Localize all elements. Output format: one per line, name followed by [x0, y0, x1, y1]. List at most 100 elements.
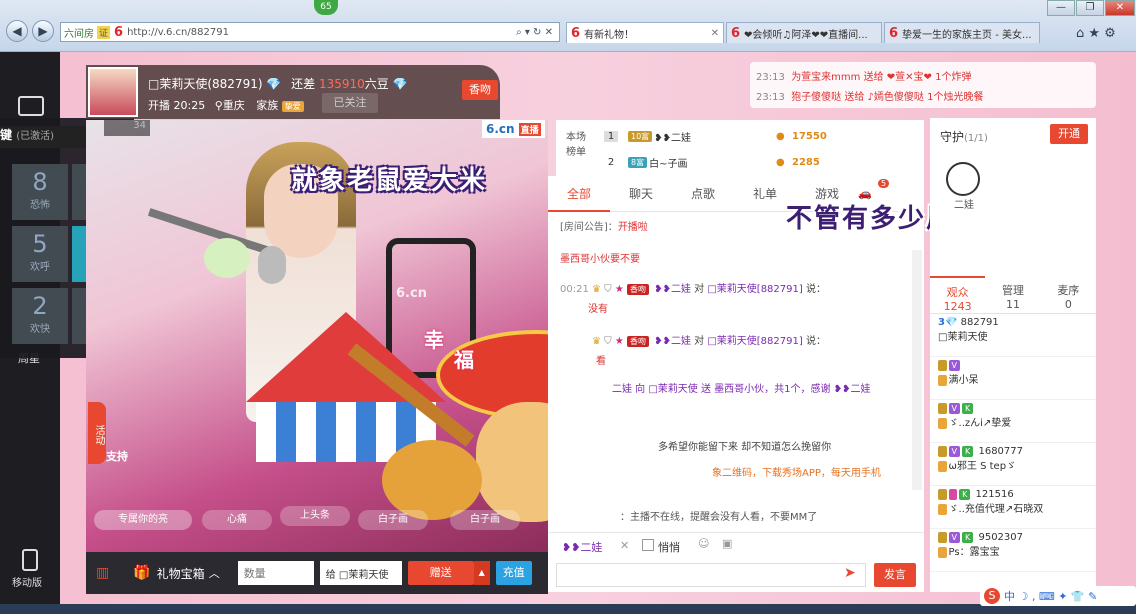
say-word: 说：: [805, 336, 826, 347]
quantity-input[interactable]: [237, 561, 314, 585]
to-word: 对: [694, 336, 705, 347]
gift-log-icon[interactable]: ▥: [96, 565, 109, 581]
tab-song[interactable]: 点歌: [672, 185, 734, 202]
circus-tent: [246, 312, 446, 402]
search-icon[interactable]: ⌕ ▾ ↻ ✕: [516, 27, 559, 38]
announcement: [房间公告]：开播啦: [560, 218, 648, 233]
back-button[interactable]: ◀: [6, 20, 28, 42]
six-logo-icon: 6: [571, 25, 581, 41]
start-time: 开播 20:25: [148, 99, 206, 112]
to-label: 给: [325, 569, 336, 581]
live-badge: 直播: [518, 122, 541, 136]
msg-from[interactable]: ❥❥二娃: [654, 284, 691, 295]
url-text[interactable]: http://v.6.cn/882791: [127, 27, 229, 38]
tab-admin[interactable]: 管理 11: [985, 276, 1040, 313]
audience-row[interactable]: VK ゞ..zんi↗挚爱: [930, 400, 1096, 443]
crown-icon: ♛: [592, 284, 601, 295]
user-name: ゞ..充值代理↗石晓双: [948, 504, 1044, 515]
chevron-up-icon[interactable]: ︿: [209, 565, 220, 581]
audience-panel: 观众 1243 管理 11 麦序 0 3💎 882791 □茉莉天使 V 满小呆 VK…: [930, 276, 1096, 592]
recipient-field[interactable]: 给 □茉莉天使: [319, 561, 402, 585]
chat-target[interactable]: ❥❥二娃: [562, 539, 602, 555]
tab-count: 1243: [943, 300, 972, 313]
chat-input[interactable]: [556, 563, 866, 587]
bottom-item-3[interactable]: 白子画: [358, 510, 428, 530]
chat-panel: 全部 聊天 点歌 礼单 游戏 🚗 5 [房间公告]：开播啦 墨西哥小伙要不要 00…: [548, 176, 924, 592]
send-dropdown-button[interactable]: ▲: [473, 561, 490, 585]
video-player[interactable]: 就象老鼠爱大米 6.cn 直播 6.cn 34 幸 福 活动 支持 专属你的亮 心…: [86, 120, 548, 552]
recharge-button[interactable]: 充值: [495, 561, 532, 585]
tab-audience[interactable]: 观众 1243: [930, 276, 986, 313]
bottom-item-1[interactable]: 心痛: [202, 510, 272, 530]
forward-button[interactable]: ▶: [32, 20, 54, 42]
minimize-button[interactable]: —: [1047, 0, 1075, 16]
chat-scrollbar[interactable]: [912, 250, 922, 490]
guard-avatar[interactable]: [946, 162, 980, 196]
bottom-item-4[interactable]: 白子画: [450, 510, 520, 530]
tab-mic-queue[interactable]: 麦序 0: [1041, 276, 1096, 313]
send-arrow-icon[interactable]: ➤: [844, 565, 856, 581]
address-bar[interactable]: 六间房 证 6 http://v.6.cn/882791 ⌕ ▾ ↻ ✕: [60, 22, 560, 42]
audience-row[interactable]: VK 1680777 ω邪王 S tepゞ: [930, 443, 1096, 486]
announcement-text: 开播啦: [617, 222, 648, 233]
rank-name: ❥❥二娃: [654, 132, 691, 144]
audience-row[interactable]: V 满小呆: [930, 357, 1096, 400]
location-icon: ⚲: [214, 99, 223, 112]
mobile-icon[interactable]: [22, 549, 38, 571]
image-icon[interactable]: ▣: [722, 537, 732, 550]
tab-all[interactable]: 全部: [548, 176, 610, 212]
gift-box-label[interactable]: 礼物宝箱: [157, 565, 205, 582]
tab-azhe[interactable]: 6 ❤会倾听♫阿泽❤❤直播间...: [726, 22, 882, 43]
maximize-button[interactable]: ❐: [1076, 0, 1104, 16]
guard-panel: 守护(1/1) 开通 二娃: [930, 118, 1096, 278]
audience-row[interactable]: K 121516 ゞ..充值代理↗石晓双: [930, 486, 1096, 529]
family-badge: [938, 375, 947, 386]
guard-member[interactable]: 二娃: [954, 196, 974, 211]
support-label[interactable]: 支持: [106, 448, 128, 464]
avatar[interactable]: [88, 67, 138, 117]
hotkey-5[interactable]: 5 欢呼: [12, 226, 68, 282]
to-word: 对: [694, 284, 705, 295]
send-gift-button[interactable]: 赠送: [407, 561, 474, 585]
bottom-item-2[interactable]: 上头条: [280, 506, 350, 526]
ime-icons[interactable]: 中 ☽ ‚ ⌨ ✦ 👕 ✎: [1004, 588, 1097, 604]
audience-row[interactable]: VK 9502307 Ps：露宝宝: [930, 529, 1096, 572]
msg-to[interactable]: □茉莉天使[882791]: [707, 336, 802, 347]
sogou-icon[interactable]: S: [984, 588, 1000, 604]
hotkey-status: (已激活): [16, 131, 55, 142]
guard-open-button[interactable]: 开通: [1050, 124, 1088, 144]
tab-gift[interactable]: 6 有新礼物！ ✕: [566, 22, 724, 43]
close-icon[interactable]: ✕: [711, 28, 719, 39]
star-icon: ★: [614, 336, 624, 347]
guard-title: 守护(1/1): [940, 128, 988, 145]
home-star-gear-icon[interactable]: ⌂ ★ ⚙: [1076, 26, 1116, 41]
tab-family[interactable]: 6 挚爱一生的家族主页 - 美女...: [884, 22, 1040, 43]
gift-box-icon[interactable]: 🎁: [133, 565, 150, 581]
emoji-icon[interactable]: ☺: [698, 537, 709, 550]
six-logo-icon: 6: [731, 25, 741, 41]
tab-chat[interactable]: 聊天: [610, 185, 672, 202]
hotkey-8[interactable]: 8 恐怖: [12, 164, 68, 220]
gift-bar: ▥ 🎁 礼物宝箱 ︿ 给 □茉莉天使 赠送 ▲ 充值: [86, 552, 548, 594]
follow-button[interactable]: 已关注: [322, 93, 378, 113]
mobile-label[interactable]: 移动版: [12, 574, 42, 589]
msg-from[interactable]: ❥❥二娃: [654, 336, 691, 347]
ime-toolbar[interactable]: S中 ☽ ‚ ⌨ ✦ 👕 ✎: [980, 586, 1136, 606]
audience-row[interactable]: 3💎 882791 □茉莉天使: [930, 314, 1096, 357]
xiangwen-button[interactable]: 香吻: [462, 80, 498, 100]
rank-row[interactable]: 2 8富 白~子画 ● 2285: [604, 152, 922, 172]
guard-count: (1/1): [964, 133, 988, 144]
hotkey-2[interactable]: 2 欢快: [12, 288, 68, 344]
tv-icon[interactable]: [18, 96, 44, 116]
rank-row[interactable]: 1 10富 ❥❥二娃 ● 17550: [604, 126, 922, 146]
msg-to[interactable]: □茉莉天使[882791]: [707, 284, 802, 295]
close-icon[interactable]: ✕: [620, 539, 629, 552]
v-badge: V: [948, 403, 961, 414]
bottom-item-0[interactable]: 专属你的亮: [94, 510, 192, 530]
window-close-button[interactable]: ✕: [1105, 0, 1135, 16]
quiet-checkbox[interactable]: [642, 539, 654, 551]
six-logo-icon: 6: [889, 25, 899, 41]
send-message-button[interactable]: 发言: [874, 563, 916, 587]
activity-tab[interactable]: 活动: [88, 402, 106, 464]
diamond-icon: 💎: [266, 77, 282, 91]
